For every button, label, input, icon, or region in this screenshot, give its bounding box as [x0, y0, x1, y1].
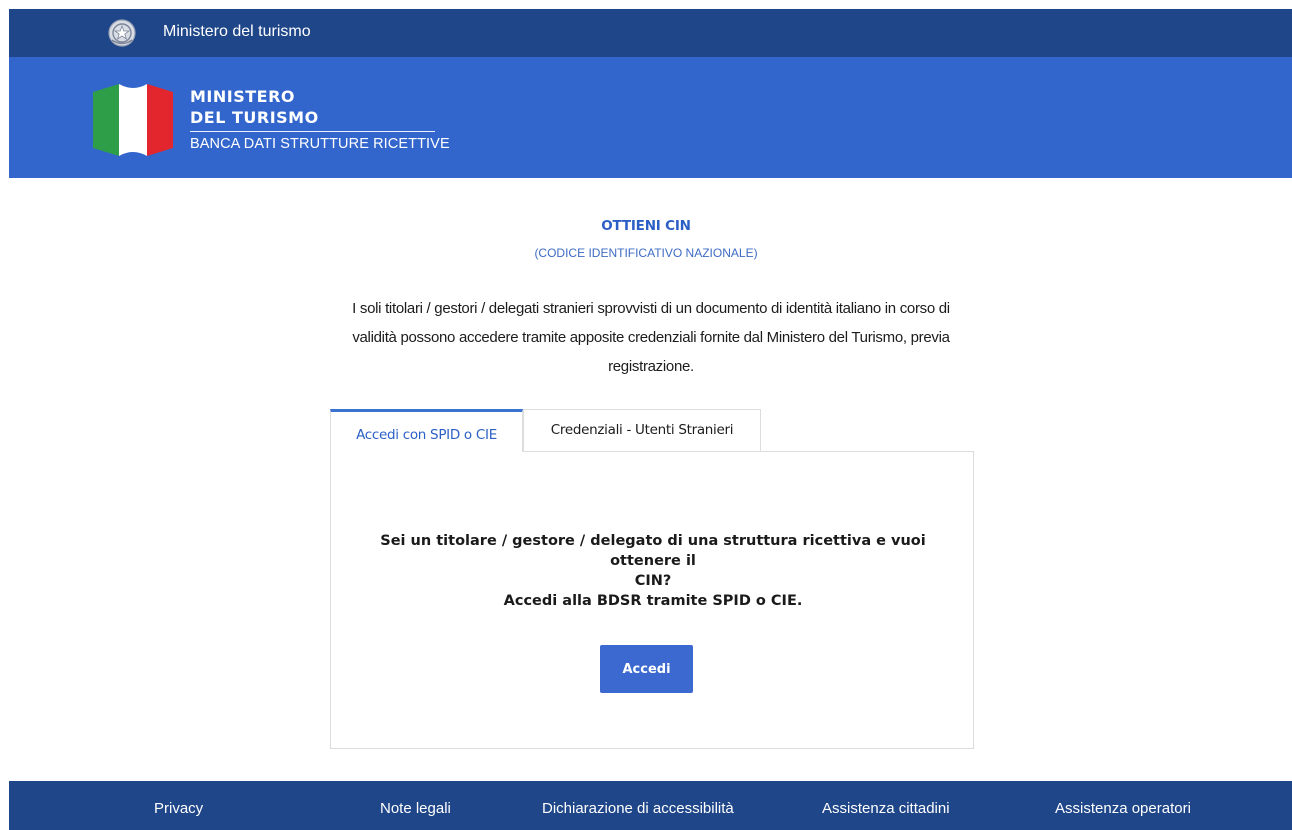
italian-flag-icon	[93, 84, 173, 156]
footer-link-accessibility[interactable]: Dichiarazione di accessibilità	[542, 800, 734, 817]
footer-link-legal-notes[interactable]: Note legali	[380, 800, 451, 817]
site-footer: Privacy Note legali Dichiarazione di acc…	[9, 781, 1292, 830]
footer-link-citizen-support[interactable]: Assistenza cittadini	[822, 800, 950, 817]
top-bar: Ministero del turismo	[9, 9, 1292, 57]
tab-panel: Sei un titolare / gestore / delegato di …	[330, 451, 974, 749]
footer-link-operator-support[interactable]: Assistenza operatori	[1055, 800, 1191, 817]
brand-subtitle: BANCA DATI STRUTTURE RICETTIVE	[190, 136, 450, 152]
intro-line: registrazione.	[608, 358, 694, 375]
site-brand[interactable]: MINISTERO DEL TURISMO BANCA DATI STRUTTU…	[190, 86, 450, 152]
message-line: Sei un titolare / gestore / delegato di …	[380, 533, 926, 569]
page-subtitle: (CODICE IDENTIFICATIVO NAZIONALE)	[534, 246, 758, 260]
site-header: MINISTERO DEL TURISMO BANCA DATI STRUTTU…	[9, 57, 1292, 178]
page-title: OTTIENI CIN	[601, 218, 691, 234]
login-button[interactable]: Accedi	[600, 645, 693, 693]
intro-line: I soli titolari / gestori / delegati str…	[352, 300, 950, 317]
message-line: Accedi alla BDSR tramite SPID o CIE.	[503, 593, 803, 609]
intro-text: I soli titolari / gestori / delegati str…	[321, 294, 981, 381]
brand-divider	[190, 131, 435, 132]
tab-spid-cie[interactable]: Accedi con SPID o CIE	[330, 409, 523, 452]
brand-line-2: DEL TURISMO	[190, 108, 319, 127]
brand-line-1: MINISTERO	[190, 87, 296, 106]
tab-foreign-credentials[interactable]: Credenziali - Utenti Stranieri	[523, 409, 761, 451]
footer-link-privacy[interactable]: Privacy	[154, 800, 203, 817]
site-owner-title[interactable]: Ministero del turismo	[163, 23, 311, 41]
intro-line: validità possono accedere tramite apposi…	[352, 329, 950, 346]
login-message: Sei un titolare / gestore / delegato di …	[351, 531, 955, 611]
message-line: CIN?	[634, 573, 672, 589]
italian-republic-emblem-icon	[108, 19, 136, 47]
